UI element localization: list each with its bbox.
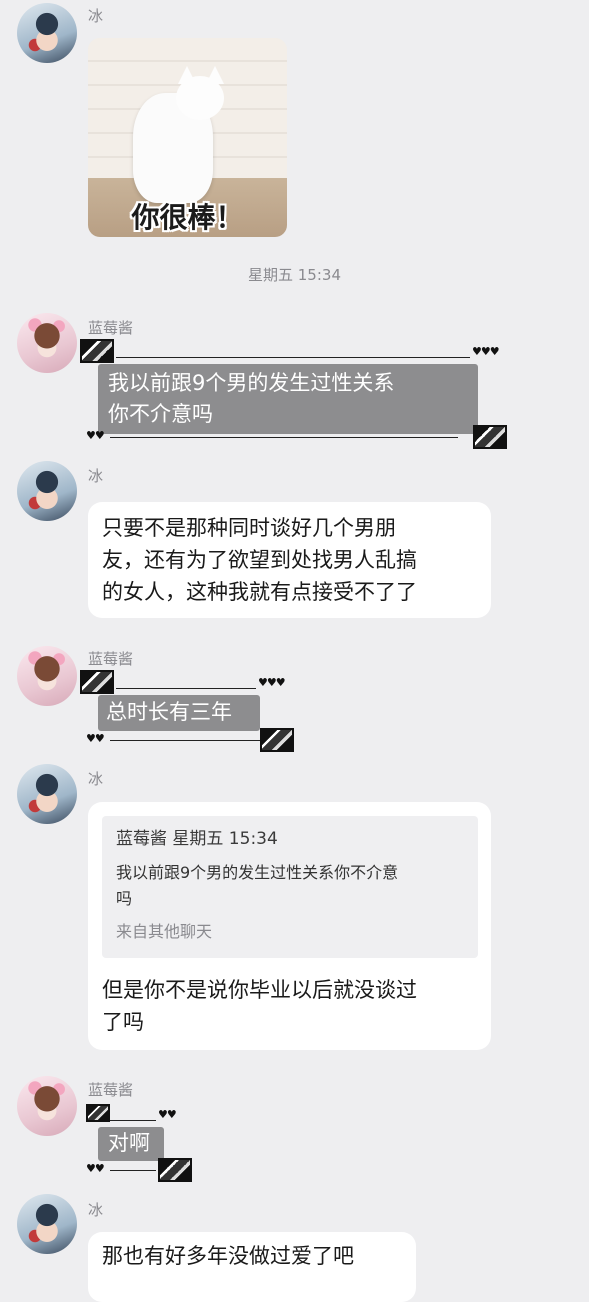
avatar-lanmeijiang[interactable]: [17, 313, 77, 373]
message-text-line: 了吗: [102, 1010, 144, 1034]
message-text-line: 我以前跟9个男的发生过性关系: [108, 371, 395, 395]
sender-name: 冰: [88, 467, 104, 485]
message-bubble[interactable]: 对啊: [98, 1127, 164, 1161]
decorated-message[interactable]: ♥♥ 对啊 ♥♥: [80, 1100, 195, 1185]
hearts-icon: ♥♥: [86, 1162, 105, 1175]
quoted-message[interactable]: 蓝莓酱 星期五 15:34 我以前跟9个男的发生过性关系你不介意 吗 来自其他聊…: [102, 816, 478, 958]
message-bubble[interactable]: 只要不是那种同时谈好几个男朋 友，还有为了欲望到处找男人乱搞 的女人，这种我就有…: [88, 502, 491, 618]
deco-thumbnail: [86, 1104, 110, 1122]
decorated-message[interactable]: ♥♥♥ 我以前跟9个男的发生过性关系 你不介意吗 ♥♥: [80, 337, 510, 452]
deco-thumbnail: [260, 728, 294, 752]
quote-text-line: 吗: [116, 889, 133, 908]
sticker-caption: 你很棒！: [131, 201, 244, 234]
message-text-line: 友，还有为了欲望到处找男人乱搞: [102, 548, 417, 572]
avatar-lanmeijiang[interactable]: [17, 1076, 77, 1136]
message-bubble[interactable]: 我以前跟9个男的发生过性关系 你不介意吗: [98, 364, 478, 434]
timestamp: 星期五 15:34: [248, 266, 341, 284]
deco-line: [110, 437, 458, 438]
quote-text: 我以前跟9个男的发生过性关系你不介意 吗: [116, 860, 464, 912]
sender-name: 蓝莓酱: [88, 650, 134, 668]
decorated-message[interactable]: ♥♥♥ 总时长有三年 ♥♥: [80, 668, 295, 753]
deco-thumbnail: [80, 339, 114, 363]
avatar-lanmeijiang[interactable]: [17, 646, 77, 706]
message-text-line: 你不介意吗: [108, 402, 213, 426]
message-bubble[interactable]: 那也有好多年没做过爱了吧: [88, 1232, 416, 1302]
deco-line: [116, 688, 256, 689]
sender-name: 蓝莓酱: [88, 319, 134, 337]
deco-thumbnail: [158, 1158, 192, 1182]
quote-text-line: 我以前跟9个男的发生过性关系你不介意: [116, 863, 399, 882]
deco-thumbnail: [473, 425, 507, 449]
message-text-line: 的女人，这种我就有点接受不了了: [102, 580, 417, 604]
quote-header: 蓝莓酱 星期五 15:34: [116, 829, 278, 849]
avatar-bing[interactable]: [17, 461, 77, 521]
message-text-line: 但是你不是说你毕业以后就没谈过: [102, 978, 417, 1002]
message-bubble[interactable]: 蓝莓酱 星期五 15:34 我以前跟9个男的发生过性关系你不介意 吗 来自其他聊…: [88, 802, 491, 1050]
sender-name: 冰: [88, 1201, 104, 1219]
avatar-bing[interactable]: [17, 764, 77, 824]
quote-source: 来自其他聊天: [116, 922, 213, 941]
cat-head: [176, 76, 224, 120]
sender-name: 蓝莓酱: [88, 1081, 134, 1099]
hearts-icon: ♥♥♥: [258, 676, 286, 689]
avatar-bing[interactable]: [17, 3, 77, 63]
deco-line: [110, 740, 260, 741]
message-text-line: 只要不是那种同时谈好几个男朋: [102, 516, 396, 540]
sender-name: 冰: [88, 7, 104, 25]
avatar-bing[interactable]: [17, 1194, 77, 1254]
deco-line: [110, 1120, 156, 1121]
deco-line: [110, 1170, 156, 1171]
hearts-icon: ♥♥: [158, 1108, 177, 1121]
deco-line: [116, 357, 470, 358]
cat-sticker[interactable]: 你很棒！: [88, 38, 287, 237]
hearts-icon: ♥♥: [86, 429, 105, 442]
hearts-icon: ♥♥♥: [472, 345, 500, 358]
message-bubble[interactable]: 总时长有三年: [98, 695, 260, 731]
message-text: 但是你不是说你毕业以后就没谈过 了吗: [102, 974, 417, 1038]
hearts-icon: ♥♥: [86, 732, 105, 745]
sender-name: 冰: [88, 770, 104, 788]
deco-thumbnail: [80, 670, 114, 694]
